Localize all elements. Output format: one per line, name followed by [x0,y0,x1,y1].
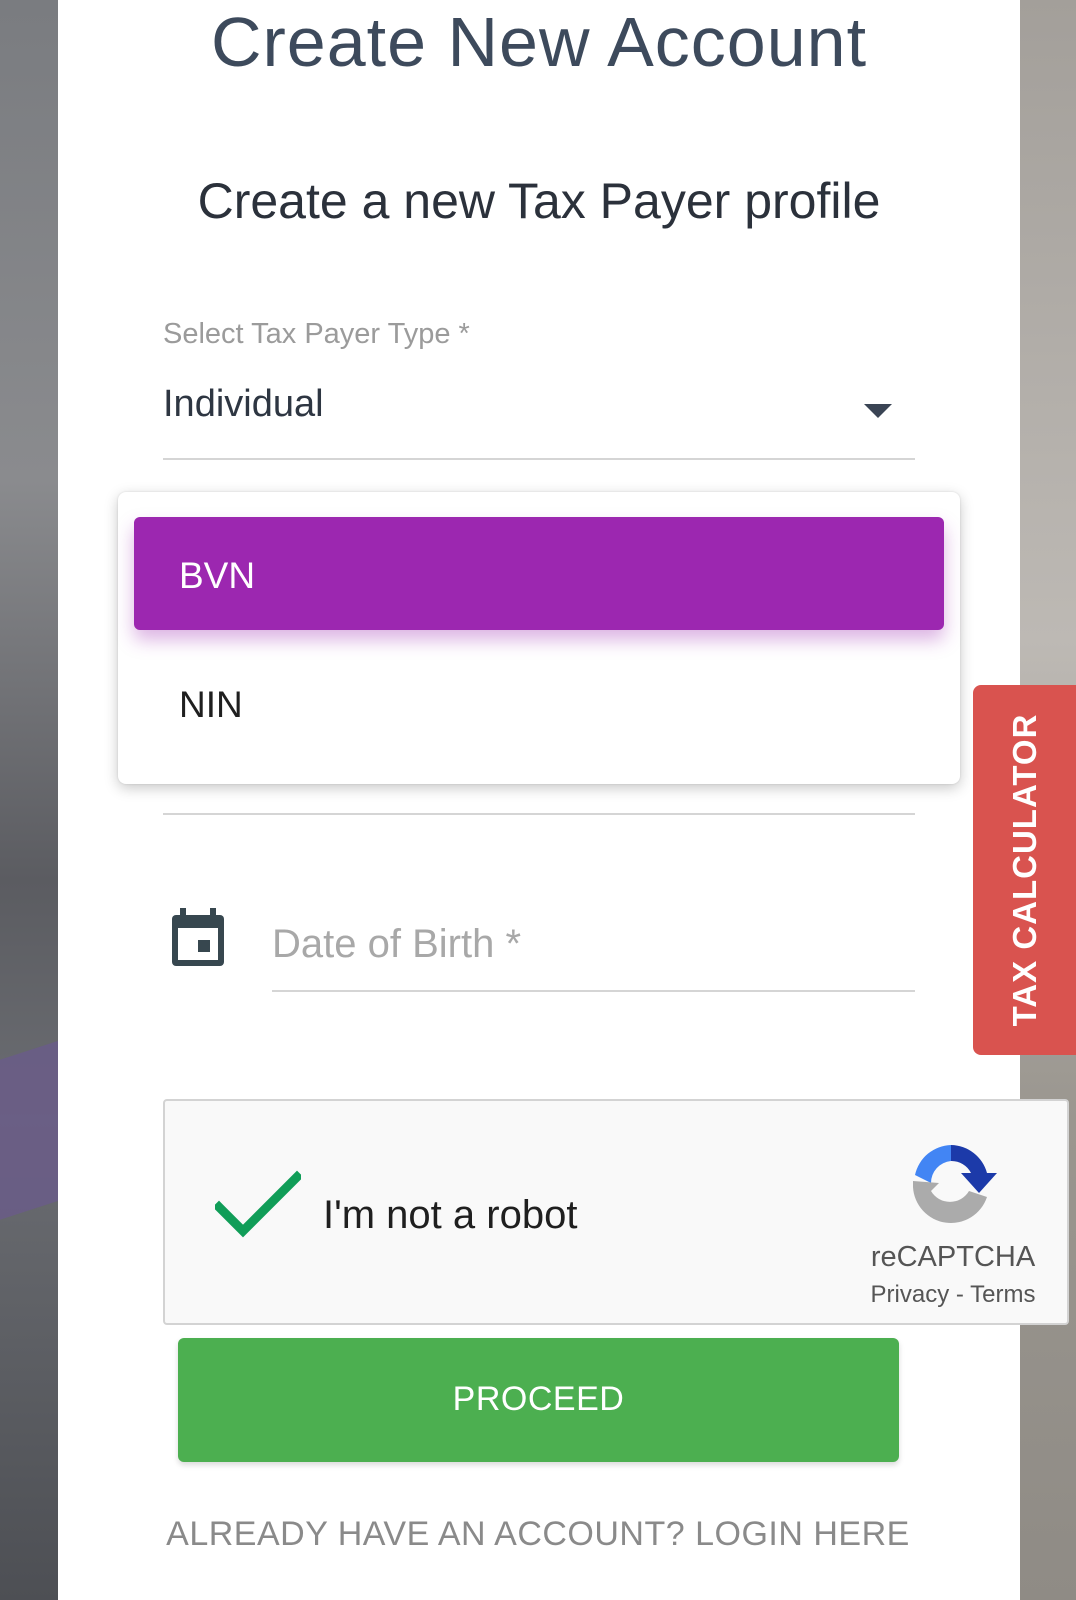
dob-placeholder: Date of Birth * [272,922,522,966]
select-underline [163,458,915,460]
dropdown-option-bvn[interactable]: BVN [134,517,944,630]
id-field-underline [163,813,915,815]
link-separator: - [955,1281,964,1308]
recaptcha-label: I'm not a robot [323,1193,578,1237]
id-type-dropdown-menu: BVN NIN [118,492,960,784]
page-title: Create New Account [210,3,868,81]
login-link[interactable]: ALREADY HAVE AN ACCOUNT? LOGIN HERE [0,1515,1076,1554]
dropdown-option-nin[interactable]: NIN [134,654,944,762]
background-decoration [0,1040,60,1220]
background-left [0,0,60,1600]
recaptcha-widget: I'm not a robot reCAPTCHA Privacy - Term… [163,1099,1069,1325]
dob-underline [272,990,915,992]
tax-calculator-tab[interactable]: TAX CALCULATOR [973,685,1076,1055]
option-label: NIN [179,684,243,725]
checkmark-icon[interactable] [215,1169,301,1239]
caret-down-icon[interactable] [864,404,892,418]
taxpayer-type-label: Select Tax Payer Type * [163,318,470,350]
calendar-icon[interactable] [170,908,226,968]
proceed-label: PROCEED [452,1380,625,1418]
recaptcha-logo-icon [913,1145,997,1223]
recaptcha-brand: reCAPTCHA [870,1241,1036,1273]
option-label: BVN [179,555,256,596]
privacy-link[interactable]: Privacy [871,1281,950,1308]
taxpayer-type-value[interactable]: Individual [163,383,324,426]
tax-calculator-label: TAX CALCULATOR [1005,713,1043,1027]
proceed-button[interactable]: PROCEED [178,1338,899,1462]
recaptcha-links: Privacy - Terms [855,1281,1051,1309]
signup-card: Create New Account Create a new Tax Paye… [58,0,1020,1600]
terms-link[interactable]: Terms [970,1281,1035,1308]
page-subtitle: Create a new Tax Payer profile [197,173,881,229]
